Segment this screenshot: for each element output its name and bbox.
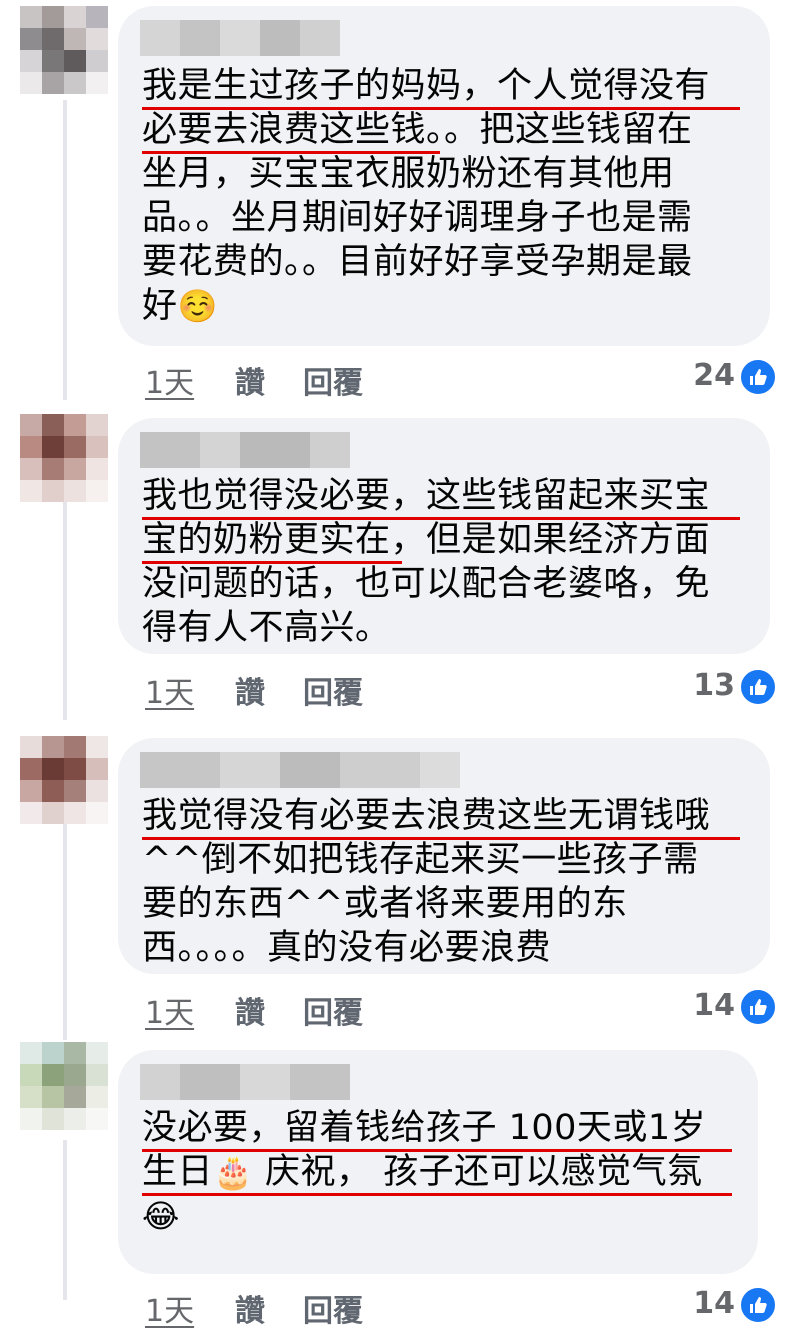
reaction-count[interactable]: 24 bbox=[693, 358, 735, 393]
commenter-name-blurred[interactable] bbox=[140, 1064, 350, 1100]
comment-actions: 1天 讚 回覆 14 bbox=[145, 988, 785, 1031]
thread-line bbox=[63, 500, 67, 720]
thumbs-up-icon[interactable] bbox=[739, 668, 777, 706]
comment-text: 我觉得没有必要去浪费这些无谓钱哦 ^^倒不如把钱存起来买一些孩子需 要的东西^^… bbox=[142, 796, 711, 968]
reply-button[interactable]: 回覆 bbox=[303, 1286, 363, 1330]
thumbs-up-icon[interactable] bbox=[739, 988, 777, 1026]
timestamp-link[interactable]: 1天 bbox=[145, 668, 194, 712]
red-underline bbox=[142, 561, 402, 564]
like-button[interactable]: 讚 bbox=[235, 358, 265, 402]
red-underline bbox=[142, 151, 440, 154]
commenter-name-blurred[interactable] bbox=[140, 432, 350, 468]
red-underline bbox=[142, 1193, 732, 1196]
comment-bubble: 我是生过孩子的妈妈，个人觉得没有 必要去浪费这些钱。。把这些钱留在 坐月，买宝宝… bbox=[118, 6, 770, 346]
reaction-count[interactable]: 13 bbox=[693, 668, 735, 703]
avatar[interactable] bbox=[20, 1042, 108, 1130]
timestamp-link[interactable]: 1天 bbox=[145, 988, 194, 1032]
thumbs-up-icon[interactable] bbox=[739, 1286, 777, 1324]
comment-text: 没必要，留着钱给孩子 100天或1岁 生日🎂 庆祝， 孩子还可以感觉气氛 😂 bbox=[142, 1108, 707, 1235]
comment-bubble: 没必要，留着钱给孩子 100天或1岁 生日🎂 庆祝， 孩子还可以感觉气氛 😂 bbox=[118, 1050, 758, 1274]
reply-button[interactable]: 回覆 bbox=[303, 988, 363, 1032]
comment-actions: 1天 讚 回覆 13 bbox=[145, 668, 785, 711]
red-underline bbox=[142, 1149, 732, 1152]
red-underline bbox=[142, 517, 740, 520]
like-button[interactable]: 讚 bbox=[235, 988, 265, 1032]
comment-text: 我是生过孩子的妈妈，个人觉得没有 必要去浪费这些钱。。把这些钱留在 坐月，买宝宝… bbox=[142, 66, 711, 326]
avatar[interactable] bbox=[20, 6, 108, 94]
smile-emoji: ☺️ bbox=[177, 287, 218, 325]
laughing-tears-emoji: 😂 bbox=[142, 1197, 180, 1235]
reaction-count[interactable]: 14 bbox=[693, 988, 735, 1023]
comment-actions: 1天 讚 回覆 14 bbox=[145, 1286, 785, 1329]
thumbs-up-icon[interactable] bbox=[739, 358, 777, 396]
reply-button[interactable]: 回覆 bbox=[303, 668, 363, 712]
timestamp-link[interactable]: 1天 bbox=[145, 358, 194, 402]
reaction-count[interactable]: 14 bbox=[693, 1286, 735, 1321]
thread-line bbox=[63, 100, 67, 400]
timestamp-link[interactable]: 1天 bbox=[145, 1286, 194, 1330]
red-underline bbox=[142, 107, 740, 110]
thread-line bbox=[63, 820, 67, 1040]
like-button[interactable]: 讚 bbox=[235, 1286, 265, 1330]
comment-bubble: 我也觉得没必要，这些钱留起来买宝 宝的奶粉更实在，但是如果经济方面 没问题的话，… bbox=[118, 418, 770, 654]
reply-button[interactable]: 回覆 bbox=[303, 358, 363, 402]
commenter-name-blurred[interactable] bbox=[140, 752, 460, 788]
avatar[interactable] bbox=[20, 736, 108, 824]
avatar[interactable] bbox=[20, 414, 108, 502]
thread-line bbox=[63, 1140, 67, 1300]
like-button[interactable]: 讚 bbox=[235, 668, 265, 712]
comment-actions: 1天 讚 回覆 24 bbox=[145, 358, 785, 401]
comment-bubble: 我觉得没有必要去浪费这些无谓钱哦 ^^倒不如把钱存起来买一些孩子需 要的东西^^… bbox=[118, 738, 770, 974]
commenter-name-blurred[interactable] bbox=[140, 20, 340, 56]
red-underline bbox=[142, 837, 740, 840]
birthday-cake-emoji: 🎂 bbox=[213, 1153, 254, 1191]
